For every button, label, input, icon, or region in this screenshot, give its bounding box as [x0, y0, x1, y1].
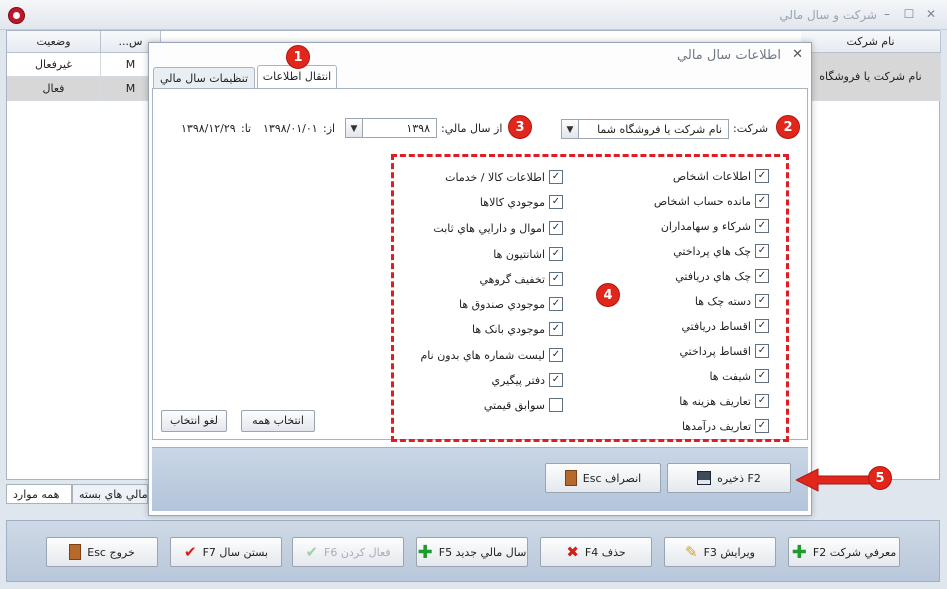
checkbox-item[interactable]: سوابق قيمتي: [484, 397, 563, 413]
checkbox[interactable]: ✓: [755, 219, 769, 233]
door-icon: [69, 544, 82, 560]
checkbox[interactable]: ✓: [755, 194, 769, 208]
checkbox[interactable]: ✓: [549, 247, 563, 261]
arrow-left-icon: [796, 468, 872, 492]
floppy-disk-icon: [697, 471, 712, 485]
checkbox-item[interactable]: ✓ موجودي بانک ها: [472, 321, 563, 337]
door-icon: [564, 470, 577, 486]
from-year-label: از سال مالي:: [441, 122, 503, 135]
checkbox[interactable]: ✓: [755, 169, 769, 183]
checkbox[interactable]: ✓: [755, 294, 769, 308]
checkbox[interactable]: ✓: [549, 373, 563, 387]
checkbox-item[interactable]: ✓ اقساط پرداختي: [679, 343, 769, 359]
checkbox-item[interactable]: ✓ چک هاي پرداختي: [673, 243, 769, 259]
checkbox[interactable]: ✓: [549, 221, 563, 235]
dialog-title: اطلاعات سال مالي: [677, 48, 781, 63]
checkbox-item[interactable]: ✓ شيفت ها: [709, 368, 769, 384]
checkbox[interactable]: ✓: [549, 195, 563, 209]
checkbox[interactable]: ✓: [755, 344, 769, 358]
table-cell-company[interactable]: نام شرکت يا فروشگاه: [801, 53, 941, 101]
dialog-close-icon[interactable]: ✕: [792, 47, 803, 62]
delete-x-icon: ✖: [566, 543, 579, 561]
tab-closed-years[interactable]: مالي هاي بسته: [72, 484, 148, 504]
plus-icon: ✚: [791, 541, 807, 563]
minimize-icon[interactable]: –: [879, 6, 895, 22]
column-header-company-name[interactable]: نام شرکت: [801, 31, 941, 53]
chevron-down-icon[interactable]: ▼: [345, 118, 363, 138]
activate-button[interactable]: فعال کردن F6 ✔: [292, 537, 404, 567]
checkbox[interactable]: ✓: [549, 272, 563, 286]
checkbox[interactable]: ✓: [549, 348, 563, 362]
close-year-button[interactable]: بستن سال F7 ✔: [170, 537, 282, 567]
checkbox-item[interactable]: ✓ مانده حساب اشخاص: [654, 193, 769, 209]
checkbox[interactable]: ✓: [755, 419, 769, 433]
checkbox-item[interactable]: ✓ موجودي صندوق ها: [459, 296, 563, 312]
to-date-label: تا:: [241, 122, 252, 135]
checkbox-item[interactable]: ✓ دفتر پيگيري: [492, 372, 563, 388]
step-marker-4: 4: [596, 283, 620, 307]
fiscal-year-dialog: ✕ اطلاعات سال مالي انتقال اطلاعات تنظيما…: [148, 42, 812, 516]
checkmark-icon: ✔: [305, 543, 319, 561]
app-logo-icon: [8, 7, 25, 24]
tab-all-items[interactable]: همه موارد: [6, 484, 72, 504]
select-all-button[interactable]: انتخاب همه: [241, 410, 315, 432]
save-button[interactable]: F2 ذخيره: [667, 463, 791, 493]
checkbox[interactable]: ✓: [755, 319, 769, 333]
step-marker-1: 1: [286, 45, 310, 69]
window-title: شرکت و سال مالي: [779, 8, 877, 22]
checkbox-item[interactable]: ✓ اطلاعات اشخاص: [673, 168, 769, 184]
deselect-all-button[interactable]: لغو انتخاب: [161, 410, 227, 432]
tab-fiscal-settings[interactable]: تنظيمات سال مالي: [153, 67, 255, 89]
checkbox-item[interactable]: ✓ دسته چک ها: [695, 293, 769, 309]
plus-icon: ✚: [417, 541, 433, 563]
pencil-icon: ✎: [685, 543, 698, 561]
from-date-label: از:: [323, 122, 336, 135]
fiscal-year-select[interactable]: ▼ ۱۳۹۸: [345, 118, 437, 138]
new-fiscal-year-button[interactable]: سال مالي جديد F5 ✚: [416, 537, 528, 567]
checkmark-icon: ✔: [183, 543, 197, 561]
chevron-down-icon[interactable]: ▼: [561, 119, 579, 139]
maximize-icon[interactable]: ☐: [901, 6, 917, 22]
checkbox-item[interactable]: ✓ ليست شماره هاي بدون نام: [421, 347, 563, 363]
checkbox-item[interactable]: ✓ اقساط دريافتي: [681, 318, 769, 334]
table-cell-status[interactable]: فعال: [7, 77, 101, 101]
checkbox-item[interactable]: ✓ موجودي کالاها: [480, 194, 563, 210]
step-marker-2: 2: [776, 115, 800, 139]
step-marker-3: 3: [508, 115, 532, 139]
checkbox[interactable]: ✓: [755, 244, 769, 258]
checkbox-item[interactable]: ✓ تعاريف هزينه ها: [679, 393, 769, 409]
checkbox-item[interactable]: ✓ تخفيف گروهي: [479, 271, 563, 287]
to-date-value: ۱۳۹۸/۱۲/۲۹: [181, 122, 236, 135]
checkbox[interactable]: ✓: [549, 297, 563, 311]
column-header-status[interactable]: وضعيت: [7, 31, 101, 53]
introduce-company-button[interactable]: معرفي شرکت F2 ✚: [788, 537, 900, 567]
cancel-button[interactable]: انصراف Esc: [545, 463, 661, 493]
close-icon[interactable]: ✕: [923, 6, 939, 22]
table-cell-status[interactable]: غيرفعال: [7, 53, 101, 77]
exit-button[interactable]: خروج Esc: [46, 537, 158, 567]
checkbox-item[interactable]: ✓ اموال و دارايي هاي ثابت: [433, 220, 563, 236]
company-select[interactable]: ▼ نام شرکت يا فروشگاه شما: [561, 119, 729, 139]
checkbox-item[interactable]: ✓ اشانتيون ها: [493, 246, 563, 262]
checkbox-item[interactable]: ✓ چک هاي دريافتي: [675, 268, 769, 284]
checkbox[interactable]: ✓: [755, 369, 769, 383]
checkbox[interactable]: [549, 398, 563, 412]
checkbox[interactable]: ✓: [549, 170, 563, 184]
checkbox-item[interactable]: ✓ اطلاعات کالا / خدمات: [445, 169, 563, 185]
checkbox[interactable]: ✓: [549, 322, 563, 336]
company-label: شرکت:: [733, 122, 769, 135]
edit-button[interactable]: ويرايش F3 ✎: [664, 537, 776, 567]
checkbox-item[interactable]: ✓ شرکاء و سهامداران: [661, 218, 769, 234]
delete-button[interactable]: حذف F4 ✖: [540, 537, 652, 567]
checkbox[interactable]: ✓: [755, 269, 769, 283]
from-date-value: ۱۳۹۸/۰۱/۰۱: [263, 122, 318, 135]
step-marker-5: 5: [868, 466, 892, 490]
checkbox[interactable]: ✓: [755, 394, 769, 408]
checkbox-item[interactable]: ✓ تعاريف درآمدها: [682, 418, 769, 434]
